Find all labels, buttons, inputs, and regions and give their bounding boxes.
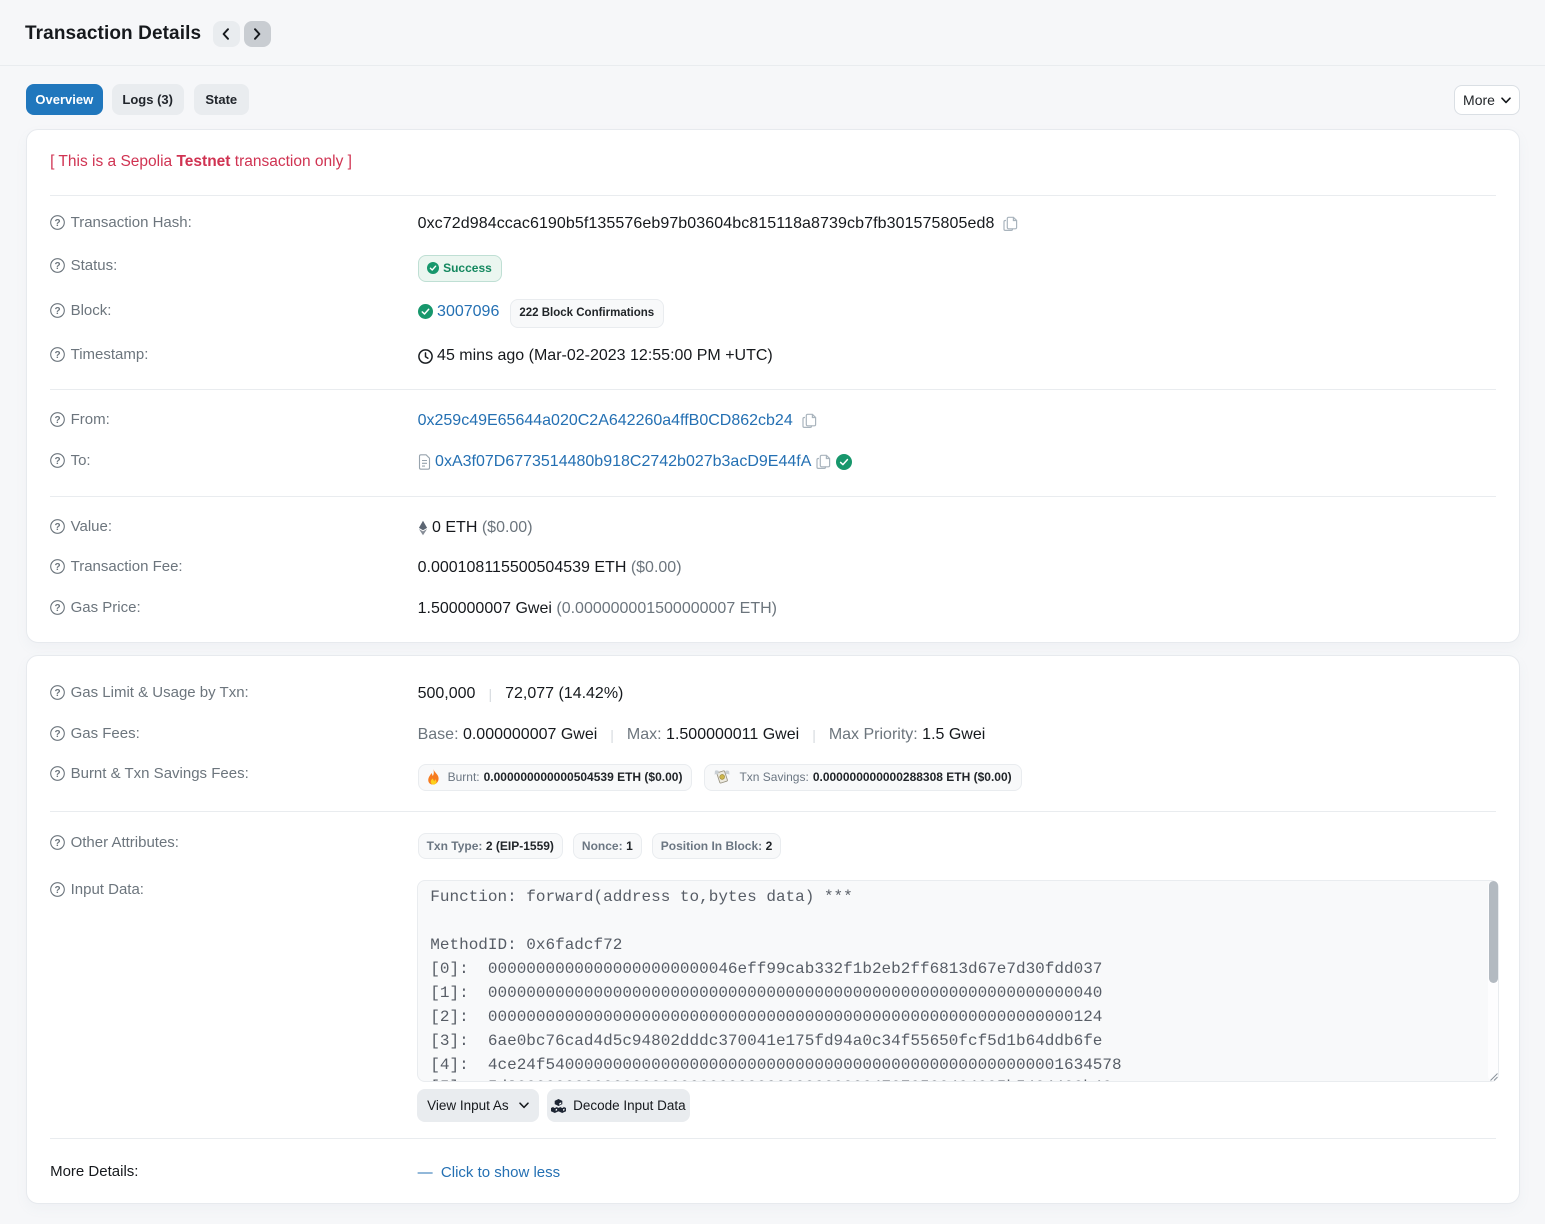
svg-text:?: ? <box>55 885 61 896</box>
svg-text:?: ? <box>55 306 61 317</box>
svg-text:?: ? <box>55 838 61 849</box>
svg-text:?: ? <box>55 415 61 426</box>
svg-text:?: ? <box>55 562 61 573</box>
svg-text:?: ? <box>55 688 61 699</box>
svg-text:?: ? <box>55 603 61 614</box>
svg-text:?: ? <box>55 350 61 361</box>
svg-text:?: ? <box>55 218 61 229</box>
svg-text:?: ? <box>55 522 61 533</box>
svg-text:?: ? <box>55 728 61 739</box>
svg-text:?: ? <box>55 456 61 467</box>
svg-text:?: ? <box>55 769 61 780</box>
svg-text:?: ? <box>55 261 61 272</box>
